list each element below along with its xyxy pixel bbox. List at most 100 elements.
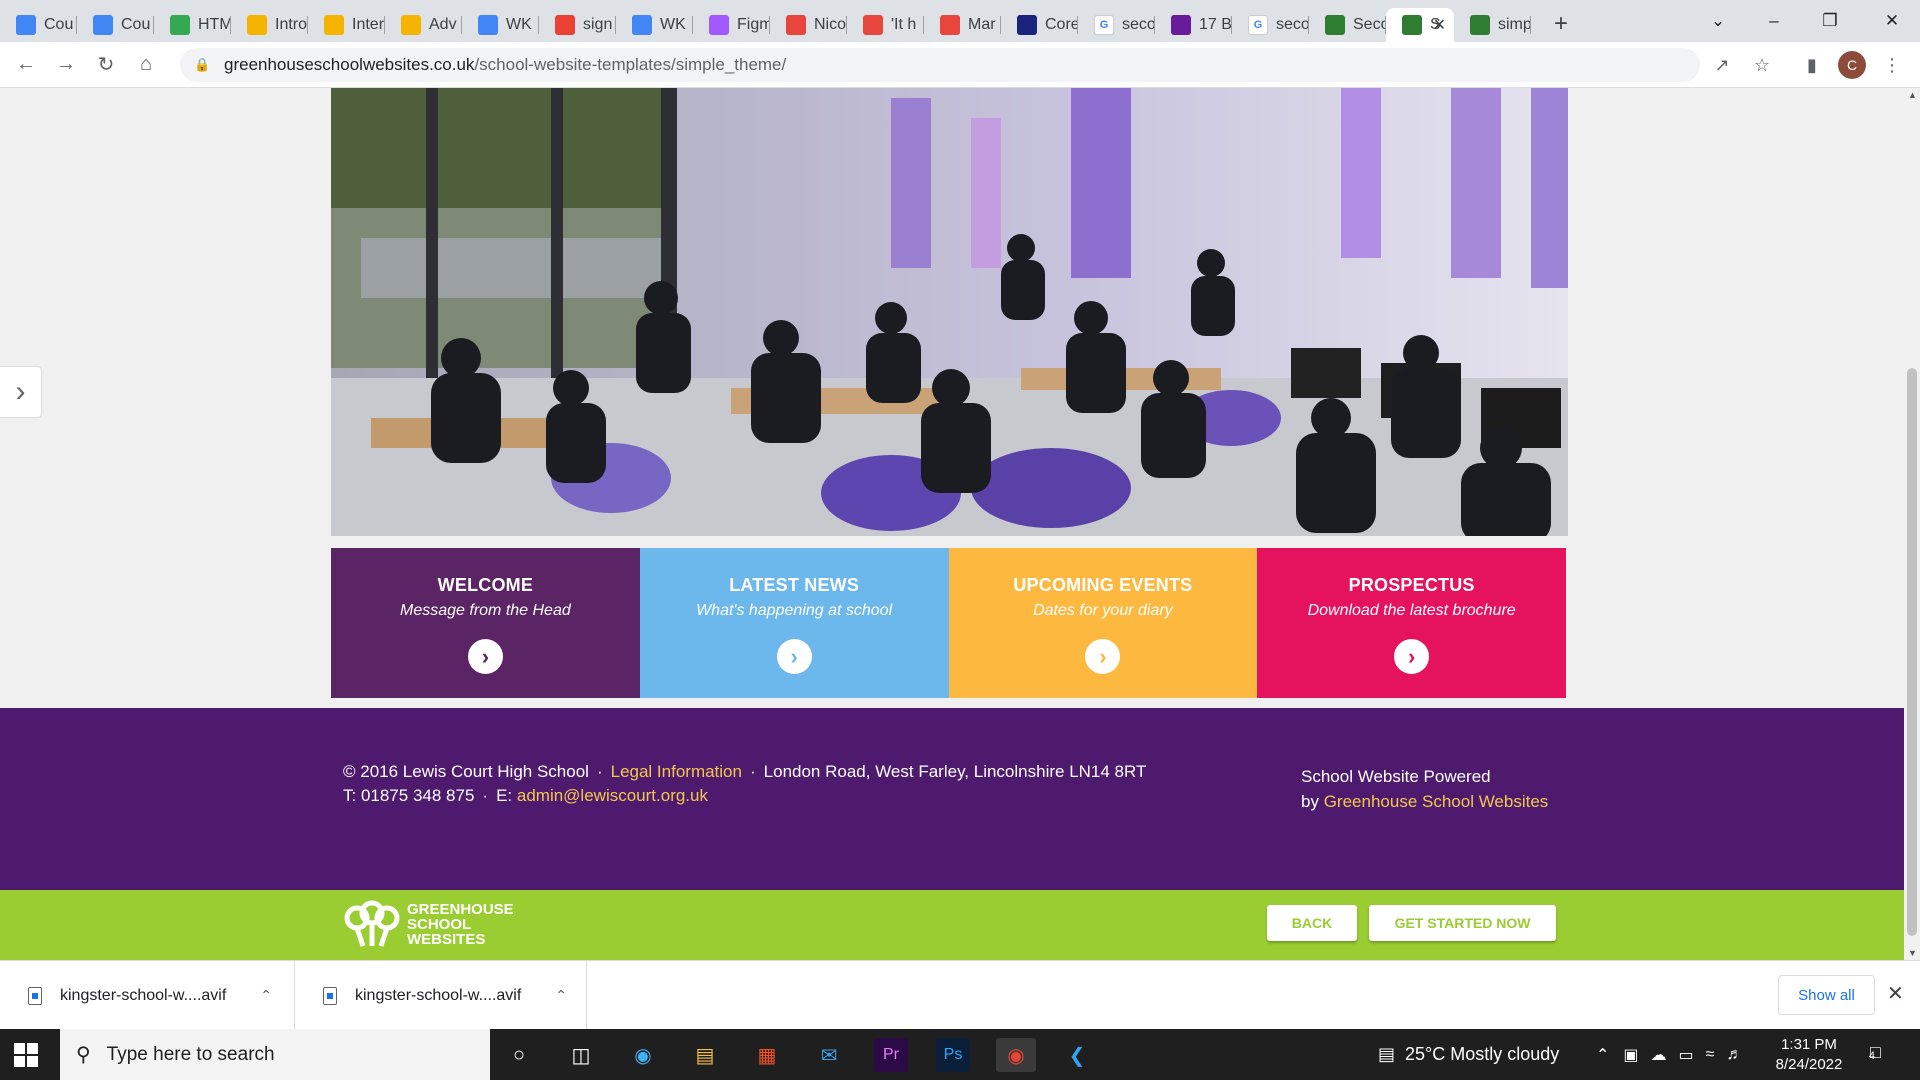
browser-tab[interactable]: WK [462, 8, 539, 42]
feature-box-upcoming-events[interactable]: UPCOMING EVENTS Dates for your diary › [948, 548, 1258, 698]
page-scrollbar[interactable]: ▲ ▼ [1904, 88, 1920, 960]
premiere-pro-icon[interactable]: Pr [874, 1038, 908, 1072]
arrow-right-circle-icon[interactable]: › [776, 639, 812, 674]
reload-icon[interactable]: ↻ [86, 45, 126, 85]
chrome-icon[interactable]: ◉ [996, 1038, 1036, 1072]
legal-information-link[interactable]: Legal Information [611, 762, 742, 781]
task-view-icon[interactable]: ◫ [564, 1038, 598, 1072]
tab-label: Intro [275, 16, 308, 33]
file-explorer-icon[interactable]: ▤ [688, 1038, 722, 1072]
docs-icon [93, 15, 113, 35]
cortana-icon[interactable]: ○ [502, 1038, 536, 1072]
edge-icon[interactable]: ◉ [626, 1038, 660, 1072]
tab-label: Inter [352, 16, 385, 33]
meet-icon[interactable]: ▣ [1623, 1045, 1638, 1065]
browser-toolbar: ← → ↻ ⌂ 🔒 greenhouseschoolwebsites.co.uk… [0, 42, 1920, 88]
browser-tab[interactable]: Nico [770, 8, 847, 42]
photoshop-icon[interactable]: Ps [936, 1038, 970, 1072]
scrollbar-thumb[interactable] [1907, 368, 1917, 936]
tab-search-icon[interactable]: ⌄ [1690, 0, 1746, 42]
volume-icon[interactable]: ♬ [1726, 1046, 1742, 1064]
search-placeholder: Type here to search [106, 1043, 275, 1065]
tray-chevron-icon[interactable]: ⌃ [1596, 1045, 1609, 1065]
slider-next-arrow[interactable]: › [0, 366, 42, 418]
scroll-up-icon[interactable]: ▲ [1908, 90, 1917, 100]
minimize-button[interactable]: – [1746, 0, 1802, 42]
greenhouse-logo[interactable]: GREENHOUSE SCHOOL WEBSITES [343, 900, 514, 948]
side-panel-icon[interactable]: ▮ [1798, 51, 1826, 79]
greenhouse-logo-icon [344, 900, 400, 947]
taskbar-search[interactable]: ⚲ Type here to search [60, 1029, 490, 1080]
download-item-2[interactable]: kingster-school-w....avif ⌃ [295, 961, 587, 1030]
show-all-button[interactable]: Show all [1778, 975, 1875, 1015]
forward-icon[interactable]: → [46, 45, 86, 85]
browser-tab[interactable]: HTM [154, 8, 231, 42]
browser-tab[interactable]: Seco [1309, 8, 1386, 42]
greenhouse-link[interactable]: Greenhouse School Websites [1324, 792, 1549, 811]
store-icon[interactable]: ▦ [750, 1038, 784, 1072]
wifi-icon[interactable]: ≈ [1706, 1046, 1715, 1064]
windows-start-icon[interactable] [14, 1043, 38, 1067]
address-bar[interactable]: 🔒 greenhouseschoolwebsites.co.uk/school-… [180, 48, 1700, 82]
feature-box-latest-news[interactable]: LATEST NEWS What's happening at school › [639, 548, 949, 698]
download-bar: kingster-school-w....avif ⌃ kingster-sch… [0, 960, 1920, 1030]
browser-tab[interactable]: sign [539, 8, 616, 42]
scroll-down-icon[interactable]: ▼ [1908, 948, 1917, 958]
browser-tab[interactable]: Intro [231, 8, 308, 42]
back-icon[interactable]: ← [6, 45, 46, 85]
close-tab-icon[interactable]: ✕ [1433, 15, 1446, 35]
back-button[interactable]: BACK [1267, 905, 1357, 941]
mail-icon[interactable]: ✉ [812, 1038, 846, 1072]
browser-tab[interactable]: Gseco [1232, 8, 1309, 42]
browser-tab[interactable]: Mar [924, 8, 1001, 42]
menu-kebab-icon[interactable]: ⋮ [1878, 51, 1906, 79]
browser-tab[interactable]: Figm [693, 8, 770, 42]
profile-avatar[interactable]: C [1838, 51, 1866, 79]
tab-label: Adv [429, 16, 457, 33]
file-icon [323, 986, 337, 1005]
browser-tab[interactable]: WK [616, 8, 693, 42]
zap-icon [555, 15, 575, 35]
browser-tab[interactable]: Cou [77, 8, 154, 42]
browser-tab[interactable]: Cou [0, 8, 77, 42]
classroom-photo-illustration [331, 88, 1568, 536]
feature-box-prospectus[interactable]: PROSPECTUS Download the latest brochure › [1257, 548, 1566, 698]
arrow-right-circle-icon[interactable]: › [467, 639, 503, 674]
browser-tab[interactable]: Gseco [1078, 8, 1155, 42]
greenhouse-logo-text: GREENHOUSE SCHOOL WEBSITES [407, 902, 514, 947]
share-icon[interactable]: ↗ [1708, 51, 1736, 79]
file-icon [28, 986, 42, 1005]
battery-icon[interactable]: ▭ [1679, 1045, 1694, 1065]
logo-line-3: WEBSITES [407, 930, 486, 948]
browser-tab[interactable]: 'It h [847, 8, 924, 42]
vscode-icon[interactable]: ❮ [1060, 1038, 1094, 1072]
browser-tab[interactable]: S ✕ [1386, 8, 1454, 42]
feature-box-welcome[interactable]: WELCOME Message from the Head › [331, 548, 640, 698]
maximize-button[interactable]: ❐ [1802, 0, 1858, 42]
onedrive-icon[interactable]: ☁ [1651, 1045, 1667, 1065]
browser-tab[interactable]: 17 B [1155, 8, 1232, 42]
weather-widget[interactable]: ▤ 25°C Mostly cloudy [1378, 1029, 1559, 1080]
close-download-bar-icon[interactable]: ✕ [1887, 981, 1904, 1006]
figma-icon [709, 15, 729, 35]
download-item-1[interactable]: kingster-school-w....avif ⌃ [0, 961, 295, 1030]
home-icon[interactable]: ⌂ [126, 45, 166, 85]
google-icon: G [1248, 15, 1268, 35]
get-started-button[interactable]: GET STARTED NOW [1369, 905, 1556, 941]
new-tab-button[interactable]: + [1541, 7, 1581, 41]
browser-tab[interactable]: simp [1454, 8, 1531, 42]
notification-icon[interactable]: □4 [1869, 1042, 1887, 1063]
chevron-up-icon[interactable]: ⌃ [260, 987, 272, 1004]
bookmark-star-icon[interactable]: ☆ [1748, 51, 1776, 79]
clock[interactable]: 1:31 PM 8/24/2022 [1764, 1035, 1854, 1075]
email-link[interactable]: admin@lewiscourt.org.uk [517, 786, 708, 805]
browser-tab[interactable]: Core [1001, 8, 1078, 42]
chevron-up-icon[interactable]: ⌃ [555, 987, 567, 1004]
arrow-right-circle-icon[interactable]: › [1085, 639, 1121, 674]
lock-icon[interactable]: 🔒 [194, 57, 210, 73]
browser-tab[interactable]: Inter [308, 8, 385, 42]
tab-label: Nico [814, 16, 847, 33]
browser-tab[interactable]: Adv [385, 8, 462, 42]
close-window-button[interactable]: ✕ [1864, 0, 1920, 42]
arrow-right-circle-icon[interactable]: › [1394, 639, 1430, 674]
